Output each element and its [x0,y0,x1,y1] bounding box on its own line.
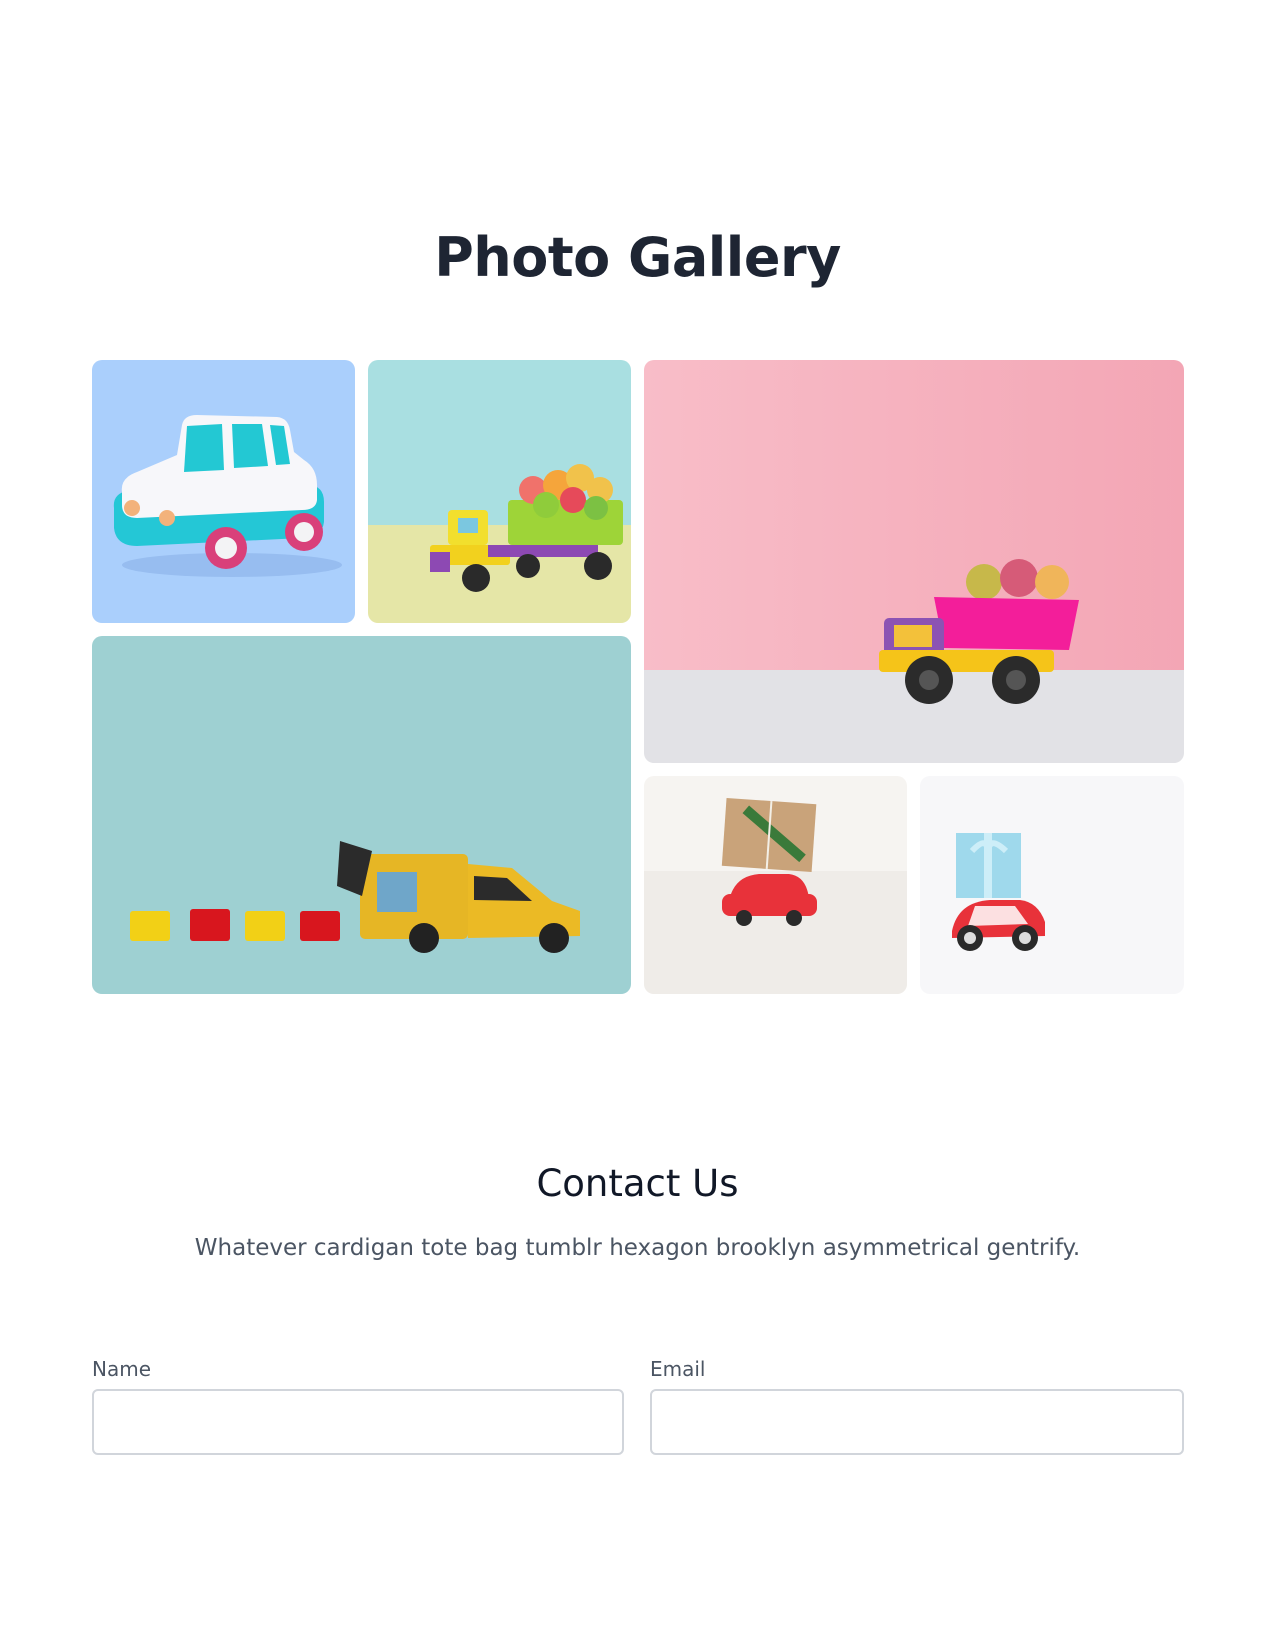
gallery-title: Photo Gallery [434,226,841,289]
name-input[interactable] [92,1389,624,1455]
red-car-kraft-gift-illustration [644,776,907,994]
gallery-image-red-car-blue-gift[interactable] [920,776,1184,994]
red-car-blue-gift-illustration [920,776,1184,994]
name-label: Name [92,1357,152,1381]
toy-car-illustration [92,360,355,623]
dump-truck-illustration [644,360,1184,763]
gallery-image-toy-car[interactable] [92,360,355,623]
contact-description: Whatever cardigan tote bag tumblr hexago… [194,1235,1081,1261]
toy-truck-illustration [368,360,631,623]
gallery-image-dump-truck[interactable] [644,360,1184,763]
gallery-image-yellow-van[interactable] [92,636,631,994]
gallery-image-red-car-kraft-gift[interactable] [644,776,907,994]
gallery-image-toy-truck-gummy[interactable] [368,360,631,623]
contact-title: Contact Us [536,1162,739,1205]
email-input[interactable] [650,1389,1184,1455]
email-label: Email [650,1357,706,1381]
yellow-van-illustration [92,636,631,994]
